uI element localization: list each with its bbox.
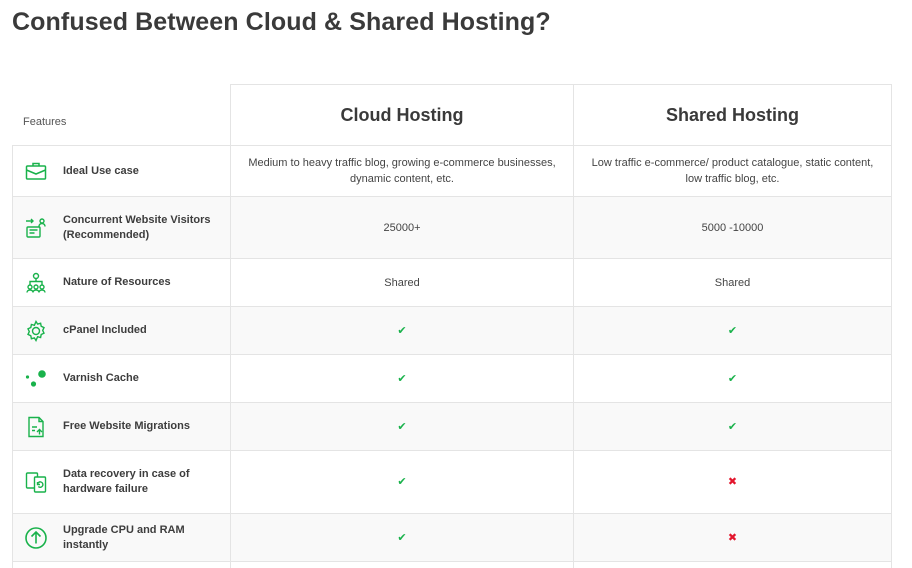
- shared-value: ✖: [573, 513, 892, 562]
- gear-icon: [24, 319, 48, 343]
- shared-value: [573, 561, 892, 568]
- cloud-value: [230, 561, 574, 568]
- feature-cell: Ideal Use case: [12, 145, 231, 197]
- comparison-table: Features Cloud Hosting Shared Hosting Id…: [12, 84, 892, 568]
- cloud-value: ✔: [230, 354, 574, 403]
- check-icon: ✔: [397, 420, 407, 433]
- cloud-value: ✔: [230, 402, 574, 451]
- cloud-value: Medium to heavy traffic blog, growing e-…: [230, 145, 574, 197]
- cloud-value: 25000+: [230, 196, 574, 259]
- feature-label: Data recovery in case of hardware failur…: [63, 468, 190, 495]
- cloud-value: ✔: [230, 306, 574, 355]
- table-row: Data recovery in case of hardware failur…: [12, 450, 892, 514]
- features-column-header: Features: [12, 84, 231, 146]
- shared-value: ✔: [573, 306, 892, 355]
- shared-value: ✖: [573, 450, 892, 514]
- shared-value: ✔: [573, 354, 892, 403]
- feature-label: Concurrent Website Visitors (Recommended…: [63, 213, 211, 241]
- feature-label: Nature of Resources: [63, 276, 171, 288]
- dots-icon: [24, 367, 48, 391]
- table-row: Nature of Resources Shared Shared: [12, 258, 892, 307]
- feature-label: Upgrade CPU and RAM instantly: [63, 523, 185, 551]
- feature-cell: [12, 561, 231, 568]
- cloud-value: Shared: [230, 258, 574, 307]
- table-row: [12, 561, 892, 568]
- shared-value: Shared: [573, 258, 892, 307]
- upgrade-arrow-icon: [24, 526, 48, 550]
- table-row: Concurrent Website Visitors (Recommended…: [12, 196, 892, 259]
- shared-value: Low traffic e-commerce/ product catalogu…: [573, 145, 892, 197]
- cloud-value: ✔: [230, 450, 574, 514]
- feature-label: Ideal Use case: [63, 164, 139, 177]
- page-title: Confused Between Cloud & Shared Hosting?: [12, 8, 551, 36]
- check-icon: ✔: [397, 324, 407, 337]
- check-icon: ✔: [397, 372, 407, 385]
- feature-cell: cPanel Included: [12, 306, 231, 355]
- table-row: cPanel Included ✔ ✔: [12, 306, 892, 355]
- briefcase-icon: [24, 159, 48, 183]
- feature-cell: Nature of Resources: [12, 258, 231, 307]
- feature-label: Varnish Cache: [63, 372, 139, 384]
- check-icon: ✔: [397, 531, 407, 544]
- check-icon: ✔: [727, 324, 738, 337]
- cloud-hosting-column-header: Cloud Hosting: [230, 84, 574, 146]
- check-icon: ✔: [727, 372, 738, 385]
- cloud-value: ✔: [230, 513, 574, 562]
- table-row: Ideal Use case Medium to heavy traffic b…: [12, 145, 892, 197]
- cross-icon: ✖: [727, 531, 738, 544]
- recovery-icon: [24, 470, 48, 494]
- feature-label: cPanel Included: [63, 324, 147, 336]
- document-icon: [24, 415, 48, 439]
- table-row: Varnish Cache ✔ ✔: [12, 354, 892, 403]
- shared-value: ✔: [573, 402, 892, 451]
- shared-hosting-column-header: Shared Hosting: [573, 84, 892, 146]
- resources-icon: [24, 271, 48, 295]
- feature-label: Free Website Migrations: [63, 420, 190, 432]
- check-icon: ✔: [397, 476, 407, 488]
- table-header-row: Features Cloud Hosting Shared Hosting: [12, 84, 892, 146]
- visitors-icon: [24, 216, 48, 240]
- check-icon: ✔: [727, 420, 738, 433]
- feature-cell: Varnish Cache: [12, 354, 231, 403]
- shared-value: 5000 -10000: [573, 196, 892, 259]
- table-row: Upgrade CPU and RAM instantly ✔ ✖: [12, 513, 892, 562]
- table-row: Free Website Migrations ✔ ✔: [12, 402, 892, 451]
- feature-cell: Concurrent Website Visitors (Recommended…: [12, 196, 231, 259]
- cross-icon: ✖: [727, 476, 738, 488]
- feature-cell: Data recovery in case of hardware failur…: [12, 450, 231, 514]
- feature-cell: Upgrade CPU and RAM instantly: [12, 513, 231, 562]
- feature-cell: Free Website Migrations: [12, 402, 231, 451]
